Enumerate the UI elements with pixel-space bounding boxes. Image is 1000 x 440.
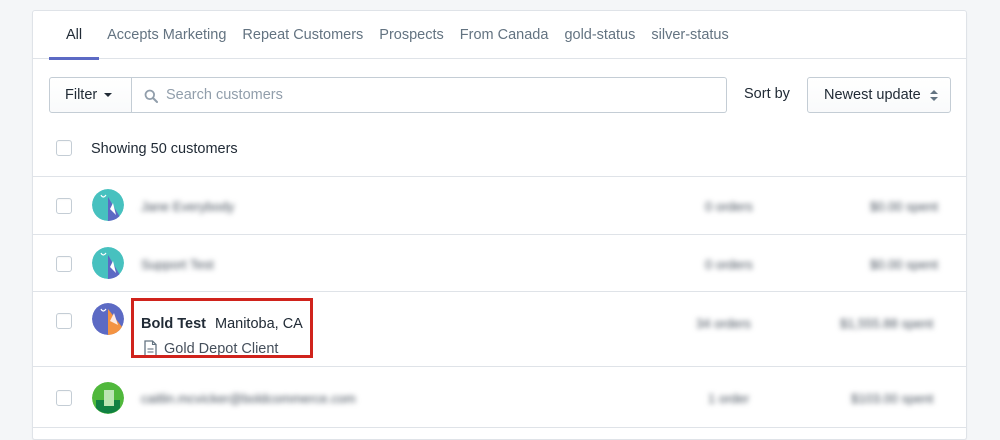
customer-location: Manitoba, CA — [215, 316, 303, 332]
sort-label: Sort by — [744, 86, 790, 102]
row-checkbox[interactable] — [56, 198, 72, 214]
avatar — [92, 189, 124, 221]
list-header: Showing 50 customers — [33, 129, 966, 177]
customer-row[interactable]: Bold Test Manitoba, CA Gold Depot Client… — [33, 293, 966, 367]
customer-spent: $103.00 spent — [851, 391, 934, 406]
sort-select[interactable]: Newest update — [807, 77, 951, 113]
customer-name: Bold Test — [141, 316, 206, 332]
customer-orders: 34 orders — [696, 316, 751, 331]
customers-card: All Accepts Marketing Repeat Customers P… — [32, 10, 967, 440]
row-checkbox[interactable] — [56, 390, 72, 406]
tab-prospects[interactable]: Prospects — [371, 11, 451, 59]
customer-orders: 0 orders — [705, 257, 753, 272]
tab-gold-status[interactable]: gold-status — [556, 11, 643, 59]
customer-spent: $1,555.88 spent — [840, 316, 934, 331]
caret-down-icon — [104, 93, 113, 97]
tab-silver-status[interactable]: silver-status — [643, 11, 736, 59]
search-box — [132, 77, 727, 113]
tab-repeat-customers[interactable]: Repeat Customers — [234, 11, 371, 59]
customer-note: Gold Depot Client — [164, 341, 279, 357]
search-icon — [144, 89, 158, 103]
customer-spent: $0.00 spent — [870, 257, 938, 272]
customer-name: Support Test — [141, 257, 214, 272]
customer-name: Jane Everybody — [141, 199, 235, 214]
tab-all[interactable]: All — [49, 11, 100, 60]
avatar — [92, 382, 124, 414]
customer-row[interactable]: caitlin.mcvicker@boldcommerce.com 1 orde… — [33, 368, 966, 428]
row-checkbox[interactable] — [56, 256, 72, 272]
filter-toolbar: Filter Sort by Newest update — [49, 77, 951, 113]
filter-button-label: Filter — [65, 87, 98, 103]
select-arrows-icon — [930, 90, 938, 101]
sort-select-value: Newest update — [824, 87, 921, 103]
tab-bar: All Accepts Marketing Repeat Customers P… — [33, 11, 966, 60]
row-checkbox[interactable] — [56, 313, 72, 329]
tab-from-canada[interactable]: From Canada — [452, 11, 557, 59]
document-icon — [144, 340, 157, 357]
filter-button[interactable]: Filter — [49, 77, 132, 113]
customer-name: caitlin.mcvicker@boldcommerce.com — [141, 391, 356, 406]
select-all-checkbox[interactable] — [56, 140, 72, 156]
customer-orders: 0 orders — [705, 199, 753, 214]
customer-orders: 1 order — [708, 391, 750, 406]
search-input[interactable] — [166, 78, 716, 112]
avatar — [92, 303, 124, 335]
customer-row[interactable]: Jane Everybody 0 orders $0.00 spent — [33, 178, 966, 235]
tab-accepts-marketing[interactable]: Accepts Marketing — [99, 11, 234, 59]
customer-spent: $0.00 spent — [870, 199, 938, 214]
showing-count: Showing 50 customers — [91, 141, 238, 157]
avatar — [92, 247, 124, 279]
customer-row[interactable]: Support Test 0 orders $0.00 spent — [33, 236, 966, 292]
